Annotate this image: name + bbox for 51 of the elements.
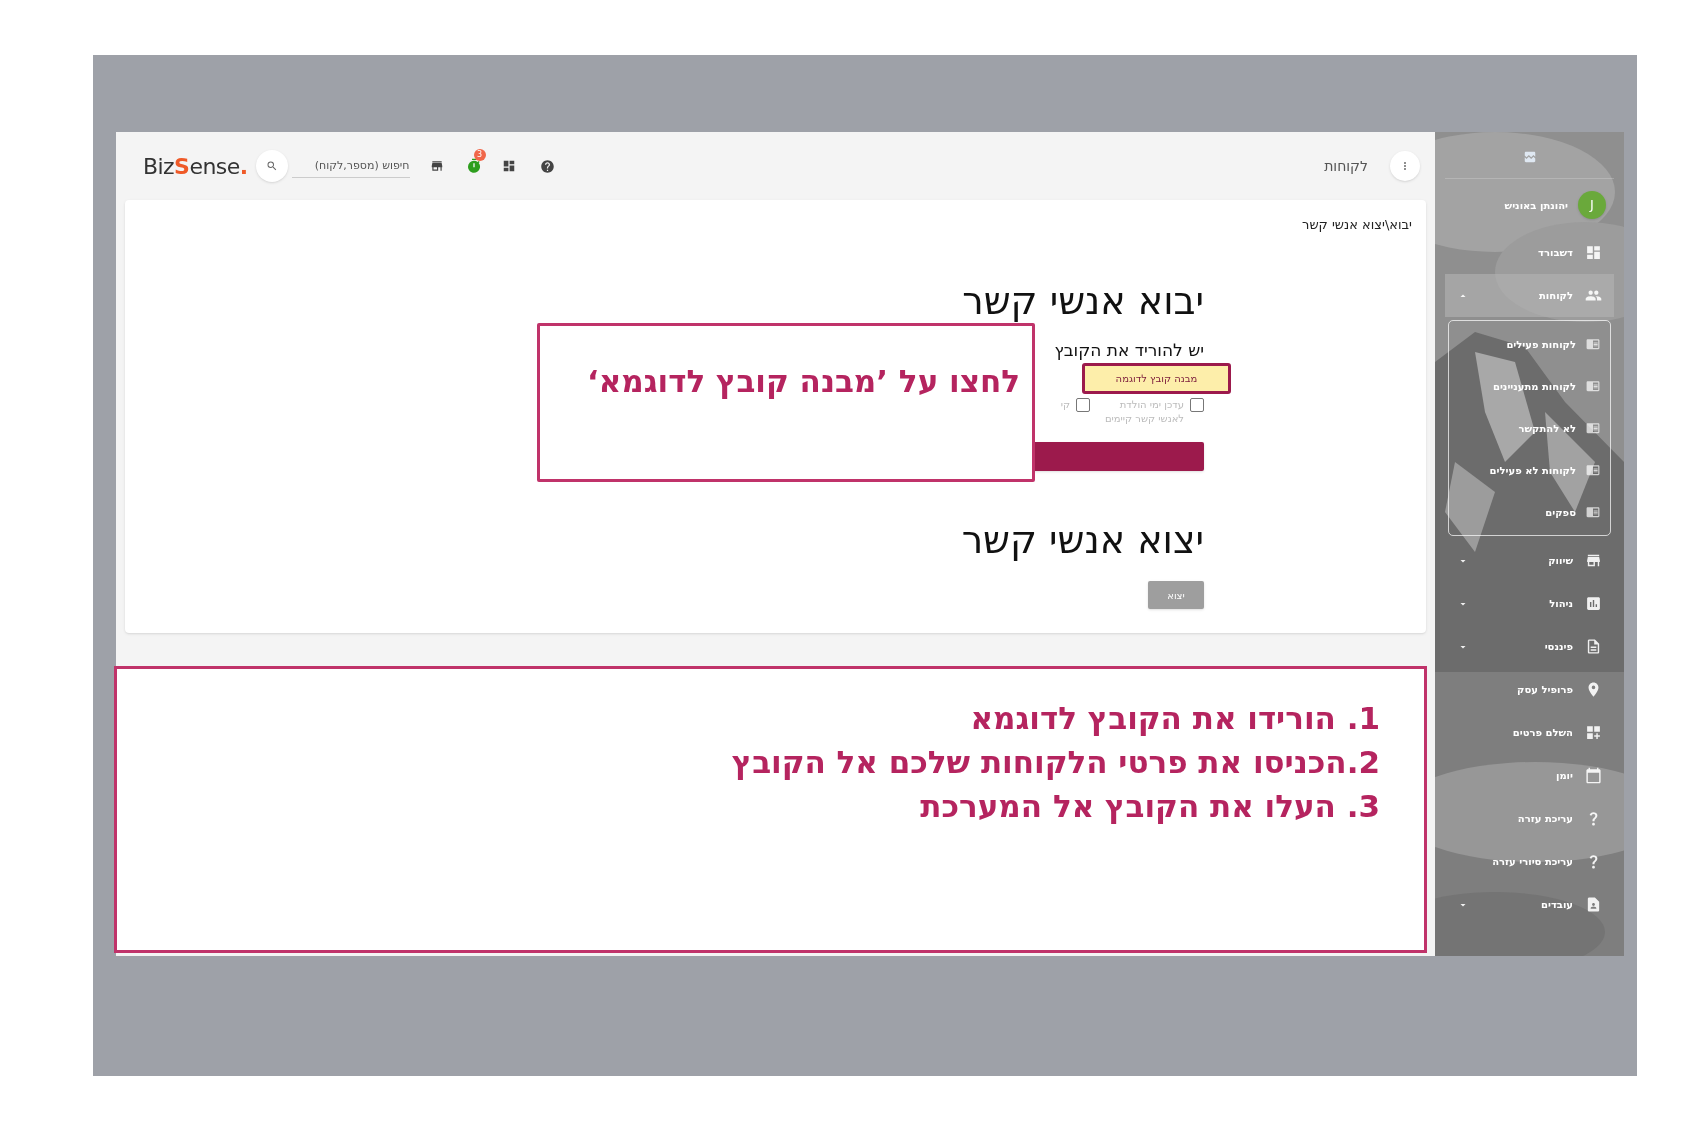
sidebar-item[interactable]: עריכת סיורי עזרה bbox=[1445, 840, 1614, 883]
callout-text: לחצו על ’מבנה קובץ לדוגמא‘ bbox=[586, 363, 1020, 399]
notification-badge: 3 bbox=[473, 149, 486, 161]
sidebar-item[interactable]: דשבורד bbox=[1445, 231, 1614, 274]
step-text: 1. הורידו את הקובץ לדוגמא bbox=[970, 699, 1380, 737]
sidebar-item[interactable]: עובדים bbox=[1445, 883, 1614, 926]
checkbox-label: קי bbox=[1060, 398, 1070, 412]
calendar-icon bbox=[1585, 767, 1602, 784]
submenu-item[interactable]: לקוחות לא פעילים bbox=[1449, 449, 1610, 491]
checkbox[interactable] bbox=[1076, 398, 1090, 412]
step-text: 2.הכניסו את פרטי הלקוחות שלכם אל הקובץ bbox=[731, 743, 1380, 781]
sidebar-item[interactable]: לקוחות bbox=[1445, 274, 1614, 317]
sidebar-item[interactable]: ניהול bbox=[1445, 582, 1614, 625]
sidebar-item[interactable]: פרופיל עסק bbox=[1445, 668, 1614, 711]
logo: BizSense. bbox=[143, 152, 248, 181]
timer-icon[interactable] bbox=[465, 158, 482, 174]
checkbox-label: עדכן ימי הולדת לאנשי קשר קיימים bbox=[1103, 398, 1184, 426]
instruction-text: יש להוריד את הקובץ bbox=[1054, 342, 1204, 359]
sidebar-item[interactable]: עריכת עזרה bbox=[1445, 797, 1614, 840]
search-field[interactable]: חיפוש (מספר,לקוח) bbox=[291, 154, 410, 178]
breadcrumb: יבוא\יצוא אנשי קשר bbox=[1302, 217, 1412, 232]
card-icon bbox=[1586, 337, 1600, 351]
step-text: 3. העלו את הקובץ אל המערכת bbox=[920, 787, 1380, 825]
card-icon bbox=[1586, 463, 1600, 477]
sample-file-button[interactable]: מבנה קובץ לדוגמה bbox=[1082, 363, 1231, 394]
sidebar-item[interactable]: יומן bbox=[1445, 754, 1614, 797]
document-icon bbox=[1585, 638, 1602, 655]
page-title: לקוחות bbox=[1324, 156, 1368, 176]
submenu-item[interactable]: לא להתקשר bbox=[1449, 407, 1610, 449]
contact-card-icon bbox=[1585, 896, 1602, 913]
dashboard-icon[interactable] bbox=[501, 159, 516, 173]
sidebar-item[interactable]: פיננסי bbox=[1445, 625, 1614, 668]
card-icon bbox=[1586, 505, 1600, 519]
section-title: יצוא אנשי קשר bbox=[961, 521, 1204, 559]
sidebar-item[interactable]: שיווק bbox=[1445, 539, 1614, 582]
submenu-item[interactable]: לקוחות פעילים bbox=[1449, 323, 1610, 365]
dashboard-icon bbox=[1585, 724, 1602, 741]
card-icon bbox=[1586, 421, 1600, 435]
card-icon bbox=[1586, 379, 1600, 393]
sidebar-item[interactable]: השלם פרטים bbox=[1445, 711, 1614, 754]
submenu-item[interactable]: ספקים bbox=[1449, 491, 1610, 533]
checkbox[interactable] bbox=[1190, 398, 1204, 412]
help-icon[interactable] bbox=[539, 158, 555, 174]
section-title: יבוא אנשי קשר bbox=[962, 282, 1204, 320]
search-icon bbox=[265, 160, 278, 172]
broken-image-icon bbox=[1522, 150, 1537, 164]
export-button[interactable]: יצוא bbox=[1148, 581, 1204, 609]
user-name: יהונתן באוניש bbox=[1504, 198, 1568, 213]
store-icon bbox=[1585, 552, 1602, 569]
store-icon[interactable] bbox=[429, 159, 444, 173]
dashboard-icon bbox=[1585, 244, 1602, 261]
